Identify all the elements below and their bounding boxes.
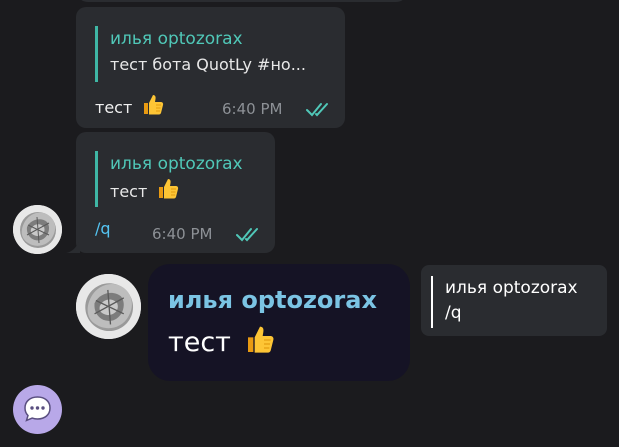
bubble-tail: [66, 240, 80, 253]
reply-block-1[interactable]: илья optozorax тест бота QuotLy #но...: [95, 26, 340, 82]
double-check-icon: [306, 103, 328, 117]
quote-author: илья optozorax: [168, 286, 377, 314]
quote-text: тест: [168, 324, 276, 363]
previous-message-bubble[interactable]: [76, 0, 408, 2]
message-time-2: 6:40 PM: [152, 225, 213, 243]
reply-author-2: илья optozorax: [110, 154, 243, 174]
reply-text-2: тест: [110, 177, 275, 207]
reply-preview-author: илья optozorax: [445, 278, 578, 298]
thumbs-up-emoji: [156, 177, 180, 207]
reply-preview-text: /q: [445, 303, 462, 323]
quote-sticker[interactable]: илья optozorax тест: [148, 264, 410, 381]
cabbage-avatar-icon: [13, 205, 62, 254]
thumbs-up-emoji: [244, 324, 276, 363]
chat-button[interactable]: [13, 385, 62, 434]
quote-avatar: [76, 274, 141, 339]
message-bubble-2[interactable]: илья optozorax тест /q 6:40 PM: [76, 132, 275, 253]
reply-preview-block: илья optozorax /q: [431, 276, 610, 328]
double-check-icon: [236, 228, 258, 242]
reply-text-1: тест бота QuotLy #но...: [110, 55, 306, 74]
quote-text-label: тест: [168, 327, 231, 358]
reply-block-2[interactable]: илья optozorax тест: [95, 151, 275, 207]
message-command-link[interactable]: /q: [95, 218, 111, 240]
message-time-1: 6:40 PM: [222, 100, 283, 118]
reply-author-1: илья optozorax: [110, 29, 243, 49]
thumbs-up-emoji: [141, 93, 165, 123]
message-text-label-1: тест: [95, 98, 133, 117]
message-text-1: тест: [95, 93, 165, 123]
reply-preview-box[interactable]: илья optozorax /q: [421, 265, 607, 336]
message-bubble-1[interactable]: илья optozorax тест бота QuotLy #но... т…: [76, 7, 345, 128]
reply-text-label-2: тест: [110, 182, 148, 201]
sender-avatar[interactable]: [13, 205, 62, 254]
chat-bubble-icon: [24, 396, 51, 422]
cabbage-avatar-icon: [76, 274, 141, 339]
